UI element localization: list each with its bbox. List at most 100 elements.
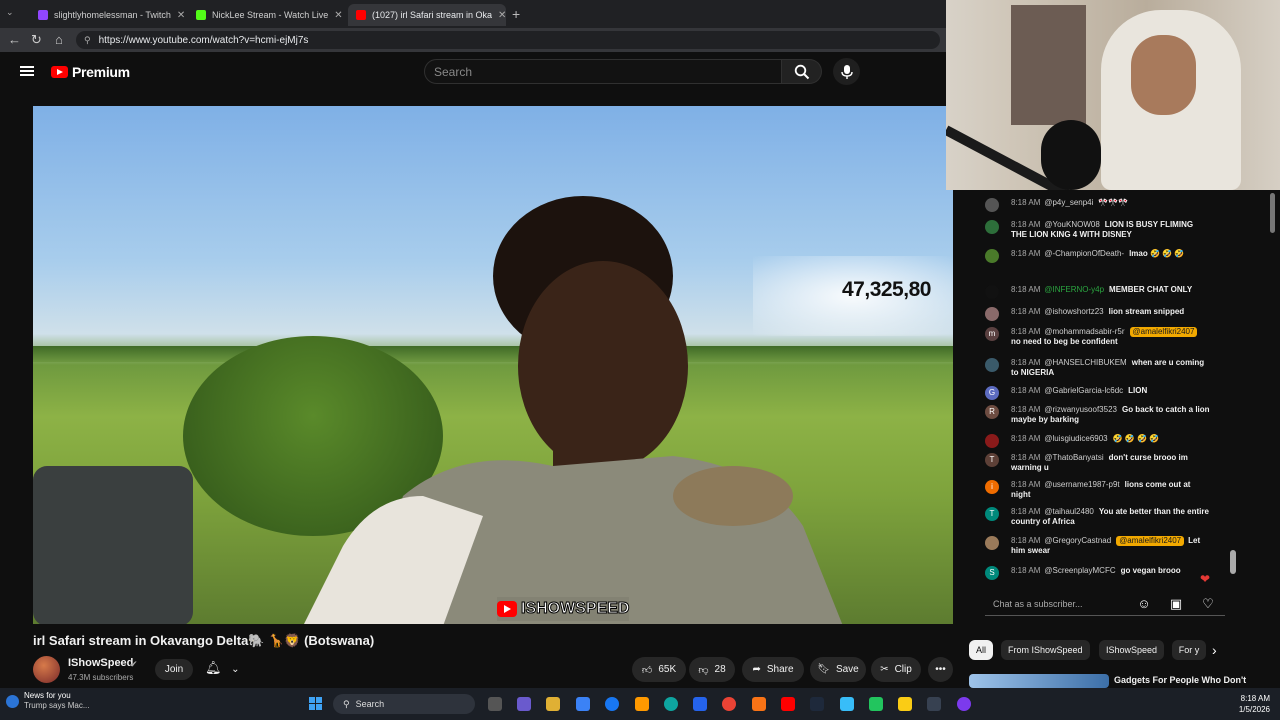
recommended-video-title[interactable]: Gadgets For People Who Don't bbox=[1114, 675, 1246, 685]
chat-avatar[interactable] bbox=[985, 307, 999, 321]
chat-username[interactable]: @mohammadsabir-r5r bbox=[1044, 327, 1124, 336]
tab-kick[interactable]: NickLee Stream - Watch Live ✕ bbox=[188, 4, 346, 26]
notification-bell-button[interactable]: 🔔︎ ⌄ bbox=[205, 660, 240, 676]
share-button[interactable]: ➦ Share bbox=[742, 657, 804, 682]
youtube-premium-logo[interactable]: Premium bbox=[51, 64, 130, 80]
chat-scroll-handle[interactable] bbox=[1230, 550, 1236, 574]
chat-avatar[interactable]: m bbox=[985, 327, 999, 341]
news-widget[interactable]: News for you Trump says Mac... bbox=[6, 691, 90, 711]
chat-mention-badge[interactable]: @amalelfikri2407 bbox=[1116, 536, 1185, 546]
save-button[interactable]: 🔖︎ Save bbox=[810, 657, 866, 682]
chat-username[interactable]: @ThatoBanyatsi bbox=[1044, 453, 1103, 462]
chat-avatar[interactable]: T bbox=[985, 507, 999, 521]
dislike-button[interactable]: 👎︎ 28 bbox=[689, 657, 735, 682]
chip-from-channel[interactable]: From IShowSpeed bbox=[1001, 640, 1090, 660]
voice-search-button[interactable] bbox=[833, 58, 860, 85]
like-button[interactable]: 👍︎ 65K bbox=[632, 657, 686, 682]
chat-avatar[interactable] bbox=[985, 249, 999, 263]
video-player[interactable] bbox=[33, 106, 953, 624]
chat-username[interactable]: @-ChampionOfDeath- bbox=[1044, 249, 1124, 258]
channel-watermark[interactable]: ISHOWSPEED bbox=[497, 597, 630, 621]
settings-icon[interactable] bbox=[840, 697, 854, 711]
copilot-icon[interactable] bbox=[517, 697, 531, 711]
tab-youtube[interactable]: (1027) irl Safari stream in Oka ✕ bbox=[348, 4, 506, 26]
emoji-icon[interactable]: ☺ bbox=[1136, 596, 1152, 612]
taskbar-clock[interactable]: 8:18 AM 1/5/2026 bbox=[1224, 693, 1270, 715]
chat-scrollbar[interactable] bbox=[1270, 193, 1275, 233]
chat-avatar[interactable] bbox=[985, 434, 999, 448]
tab-close-icon[interactable]: ✕ bbox=[498, 10, 506, 21]
chip-channel[interactable]: IShowSpeed bbox=[1099, 640, 1165, 660]
chat-username[interactable]: @GregoryCastnad bbox=[1044, 536, 1111, 545]
reload-icon[interactable]: ↻ bbox=[31, 32, 42, 48]
chat-avatar[interactable] bbox=[985, 220, 999, 234]
chat-username[interactable]: @HANSELCHIBUKEM bbox=[1044, 358, 1126, 367]
clip-button[interactable]: ✂ Clip bbox=[871, 657, 921, 682]
chat-username[interactable]: @ishowshortz23 bbox=[1044, 307, 1103, 316]
windows-start-icon[interactable] bbox=[309, 697, 322, 710]
notes-icon[interactable] bbox=[898, 697, 912, 711]
obs-icon[interactable] bbox=[927, 697, 941, 711]
store-icon[interactable] bbox=[576, 697, 590, 711]
chevron-right-icon[interactable]: › bbox=[1212, 642, 1217, 658]
chat-username[interactable]: @ScreenplayMCFC bbox=[1044, 566, 1115, 575]
streaming-app-icon[interactable] bbox=[957, 697, 971, 711]
search-button[interactable] bbox=[782, 59, 822, 84]
file-explorer-icon[interactable] bbox=[546, 697, 560, 711]
site-info-icon[interactable]: ⚲ bbox=[84, 35, 91, 46]
chat-username[interactable]: @username1987-p9t bbox=[1044, 480, 1119, 489]
back-arrow-icon[interactable]: ← bbox=[8, 32, 21, 48]
chat-username[interactable]: @p4y_senp4i bbox=[1044, 198, 1093, 207]
channel-avatar[interactable] bbox=[33, 656, 60, 683]
chat-username[interactable]: @GabrielGarcia-lc6dc bbox=[1044, 386, 1123, 395]
steam-icon[interactable] bbox=[810, 697, 824, 711]
tab-close-icon[interactable]: ✕ bbox=[177, 10, 185, 21]
heart-icon[interactable]: ♡ bbox=[1200, 596, 1216, 612]
chat-avatar[interactable] bbox=[985, 285, 999, 299]
task-view-icon[interactable] bbox=[488, 697, 502, 711]
chat-username[interactable]: @YouKNOW08 bbox=[1044, 220, 1099, 229]
new-tab-plus-icon[interactable]: + bbox=[512, 6, 520, 22]
chat-avatar[interactable] bbox=[985, 358, 999, 372]
vlc-icon[interactable] bbox=[752, 697, 766, 711]
home-icon[interactable]: ⌂ bbox=[55, 32, 63, 48]
xbox-icon[interactable] bbox=[869, 697, 883, 711]
chat-username[interactable]: @taihaul2480 bbox=[1044, 507, 1094, 516]
address-bar[interactable]: ⚲ https://www.youtube.com/watch?v=hcmi-e… bbox=[76, 31, 940, 49]
super-chat-icon[interactable]: ▣ bbox=[1168, 596, 1184, 612]
tab-close-icon[interactable]: ✕ bbox=[334, 10, 342, 21]
tab-twitch[interactable]: slightlyhomelessman - Twitch ✕ bbox=[30, 4, 185, 26]
chat-avatar[interactable] bbox=[985, 198, 999, 212]
tab-search-chevron-icon[interactable]: ⌄ bbox=[6, 7, 14, 18]
chat-avatar[interactable]: G bbox=[985, 386, 999, 400]
channel-name[interactable]: IShowSpeed bbox=[68, 657, 133, 669]
chat-avatar[interactable]: R bbox=[985, 405, 999, 419]
recommended-video-thumbnail[interactable] bbox=[969, 674, 1109, 688]
chat-text: You ate better than the entire country o… bbox=[1011, 507, 1209, 526]
search-input[interactable]: Search bbox=[424, 59, 782, 84]
youtube-icon[interactable] bbox=[781, 697, 795, 711]
more-actions-button[interactable]: ••• bbox=[928, 657, 953, 682]
hamburger-menu-icon[interactable] bbox=[20, 66, 34, 76]
chat-avatar[interactable]: i bbox=[985, 480, 999, 494]
chat-avatar[interactable]: T bbox=[985, 453, 999, 467]
chrome-icon[interactable] bbox=[722, 697, 736, 711]
amazon-icon[interactable] bbox=[635, 697, 649, 711]
calculator-icon[interactable] bbox=[693, 697, 707, 711]
taskbar-search[interactable]: ⚲ Search bbox=[333, 694, 475, 714]
chip-for-you[interactable]: For y bbox=[1172, 640, 1206, 660]
join-button[interactable]: Join bbox=[155, 659, 193, 680]
facebook-icon[interactable] bbox=[605, 697, 619, 711]
chat-username[interactable]: @INFERNO-y4p bbox=[1044, 285, 1104, 294]
chat-username[interactable]: @rizwanyusoof3523 bbox=[1044, 405, 1117, 414]
chat-username[interactable]: @luisgiudice6903 bbox=[1044, 434, 1107, 443]
chip-all[interactable]: All bbox=[969, 640, 994, 660]
share-label: Share bbox=[766, 664, 794, 675]
chat-message-body: 8:18 AM @ThatoBanyatsi don't curse brooo i… bbox=[1011, 453, 1211, 473]
chat-avatar[interactable]: S bbox=[985, 566, 999, 580]
chat-timestamp: 8:18 AM bbox=[1011, 198, 1041, 207]
chat-avatar[interactable] bbox=[985, 536, 999, 550]
chat-input[interactable]: Chat as a subscriber... bbox=[985, 592, 1225, 616]
chat-mention-badge[interactable]: @amalelfikri2407 bbox=[1129, 327, 1198, 337]
edge-icon[interactable] bbox=[664, 697, 678, 711]
